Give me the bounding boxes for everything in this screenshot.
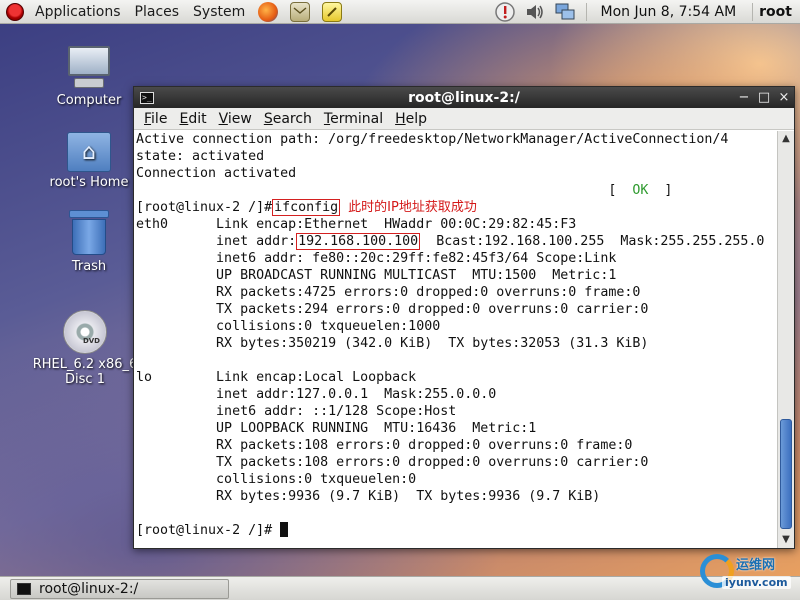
terminal-line: TX packets:294 errors:0 dropped:0 overru… xyxy=(136,302,649,317)
system-tray: Mon Jun 8, 7:54 AM root xyxy=(490,0,800,24)
terminal-line: UP BROADCAST RUNNING MULTICAST MTU:1500 … xyxy=(136,268,617,283)
scrollbar-thumb[interactable] xyxy=(780,419,792,529)
desktop-icon-label: Disc 1 xyxy=(65,372,105,387)
computer-icon xyxy=(66,46,112,90)
watermark-text: 运维网 xyxy=(736,558,776,573)
desktop-icon-trash[interactable]: Trash xyxy=(34,210,144,274)
menu-search[interactable]: Search xyxy=(258,111,318,127)
terminal-line: UP LOOPBACK RUNNING MTU:16436 Metric:1 xyxy=(136,421,537,436)
terminal-line: TX packets:108 errors:0 dropped:0 overru… xyxy=(136,455,649,470)
watermark-logo: 运维网 iyunv.com xyxy=(700,548,796,598)
window-titlebar[interactable]: >_ root@linux-2:/ − □ × xyxy=(134,87,794,108)
desktop-icon-label: RHEL_6.2 x86_6 xyxy=(32,357,138,372)
terminal-window: >_ root@linux-2:/ − □ × File Edit View S… xyxy=(133,86,795,549)
taskbar-item-label: root@linux-2:/ xyxy=(39,580,139,597)
ok-status: OK xyxy=(632,183,649,198)
window-menubar: File Edit View Search Terminal Help xyxy=(134,108,794,130)
menu-applications[interactable]: Applications xyxy=(28,0,128,24)
terminal-line: inet6 addr: fe80::20c:29ff:fe82:45f3/64 … xyxy=(136,251,617,266)
mail-icon[interactable] xyxy=(290,1,311,22)
command-highlight: ifconfig xyxy=(272,199,341,216)
volume-icon[interactable] xyxy=(524,2,546,22)
bottom-panel: root@linux-2:/ xyxy=(0,576,800,600)
terminal-line: collisions:0 txqueuelen:1000 xyxy=(136,319,441,334)
user-menu[interactable]: root xyxy=(759,4,792,20)
desktop-icon-label: Computer xyxy=(56,93,122,108)
annotation-text: 此时的IP地址获取成功 xyxy=(348,200,477,215)
terminal-line: state: activated xyxy=(136,149,265,164)
dvd-icon: DVD xyxy=(63,310,107,354)
terminal-icon xyxy=(17,582,31,595)
ip-highlight: 192.168.100.100 xyxy=(296,233,421,250)
scroll-up-arrow-icon[interactable]: ▲ xyxy=(778,131,794,147)
terminal-scrollbar[interactable]: ▲ ▼ xyxy=(777,131,794,548)
desktop-icon-home[interactable]: ⌂ root's Home xyxy=(34,132,144,190)
trash-icon xyxy=(69,210,109,256)
terminal-output[interactable]: Active connection path: /org/freedesktop… xyxy=(134,131,777,548)
update-icon[interactable] xyxy=(494,1,516,22)
menu-file[interactable]: File xyxy=(138,111,173,127)
close-button[interactable]: × xyxy=(774,90,794,105)
home-folder-icon: ⌂ xyxy=(67,132,111,172)
terminal-line-ok: [ OK ] xyxy=(136,183,673,198)
redhat-icon[interactable] xyxy=(6,2,24,21)
terminal-line: collisions:0 txqueuelen:0 xyxy=(136,472,417,487)
terminal-line: inet addr:127.0.0.1 Mask:255.0.0.0 xyxy=(136,387,497,402)
notes-icon[interactable] xyxy=(322,1,343,22)
window-title: root@linux-2:/ xyxy=(408,89,520,106)
tray-separator xyxy=(752,2,754,21)
terminal-line: inet6 addr: ::1/128 Scope:Host xyxy=(136,404,457,419)
tray-separator xyxy=(585,2,587,21)
terminal-line: RX bytes:350219 (342.0 KiB) TX bytes:320… xyxy=(136,336,649,351)
terminal-line: RX bytes:9936 (9.7 KiB) TX bytes:9936 (9… xyxy=(136,489,601,504)
terminal-line: eth0 Link encap:Ethernet HWaddr 00:0C:29… xyxy=(136,217,577,232)
terminal-line: Active connection path: /org/freedesktop… xyxy=(136,132,729,147)
desktop-icon-label: root's Home xyxy=(49,175,129,190)
terminal-line: RX packets:4725 errors:0 dropped:0 overr… xyxy=(136,285,641,300)
taskbar-item-terminal[interactable]: root@linux-2:/ xyxy=(10,578,230,599)
terminal-line: RX packets:108 errors:0 dropped:0 overru… xyxy=(136,438,633,453)
menu-view[interactable]: View xyxy=(213,111,258,127)
scroll-down-arrow-icon[interactable]: ▼ xyxy=(778,532,794,548)
terminal-line-command: [root@linux-2 /]# ifconfig 此时的IP地址获取成功 xyxy=(136,199,477,216)
network-icon[interactable] xyxy=(554,2,576,22)
maximize-button[interactable]: □ xyxy=(754,90,774,105)
menu-system[interactable]: System xyxy=(186,0,252,24)
terminal-line-ip: inet addr: 192.168.100.100 Bcast:192.168.… xyxy=(136,233,765,250)
desktop-icon-dvd[interactable]: DVD RHEL_6.2 x86_6 Disc 1 xyxy=(32,310,138,387)
terminal-line: Connection activated xyxy=(136,166,297,181)
terminal-line: lo Link encap:Local Loopback xyxy=(136,370,417,385)
menu-places[interactable]: Places xyxy=(128,0,187,24)
top-panel: Applications Places System Mon Jun 8, 7:… xyxy=(0,0,800,24)
terminal-line-prompt: [root@linux-2 /]# xyxy=(134,522,777,539)
watermark-domain: iyunv.com xyxy=(722,576,791,589)
menu-terminal[interactable]: Terminal xyxy=(318,111,389,127)
desktop-icon-label: Trash xyxy=(71,259,107,274)
menu-edit[interactable]: Edit xyxy=(173,111,212,127)
desktop-icon-computer[interactable]: Computer xyxy=(34,46,144,108)
terminal-cursor xyxy=(280,522,289,537)
clock[interactable]: Mon Jun 8, 7:54 AM xyxy=(601,4,737,20)
firefox-icon[interactable] xyxy=(258,1,279,22)
minimize-button[interactable]: − xyxy=(734,90,754,105)
menu-help[interactable]: Help xyxy=(389,111,433,127)
